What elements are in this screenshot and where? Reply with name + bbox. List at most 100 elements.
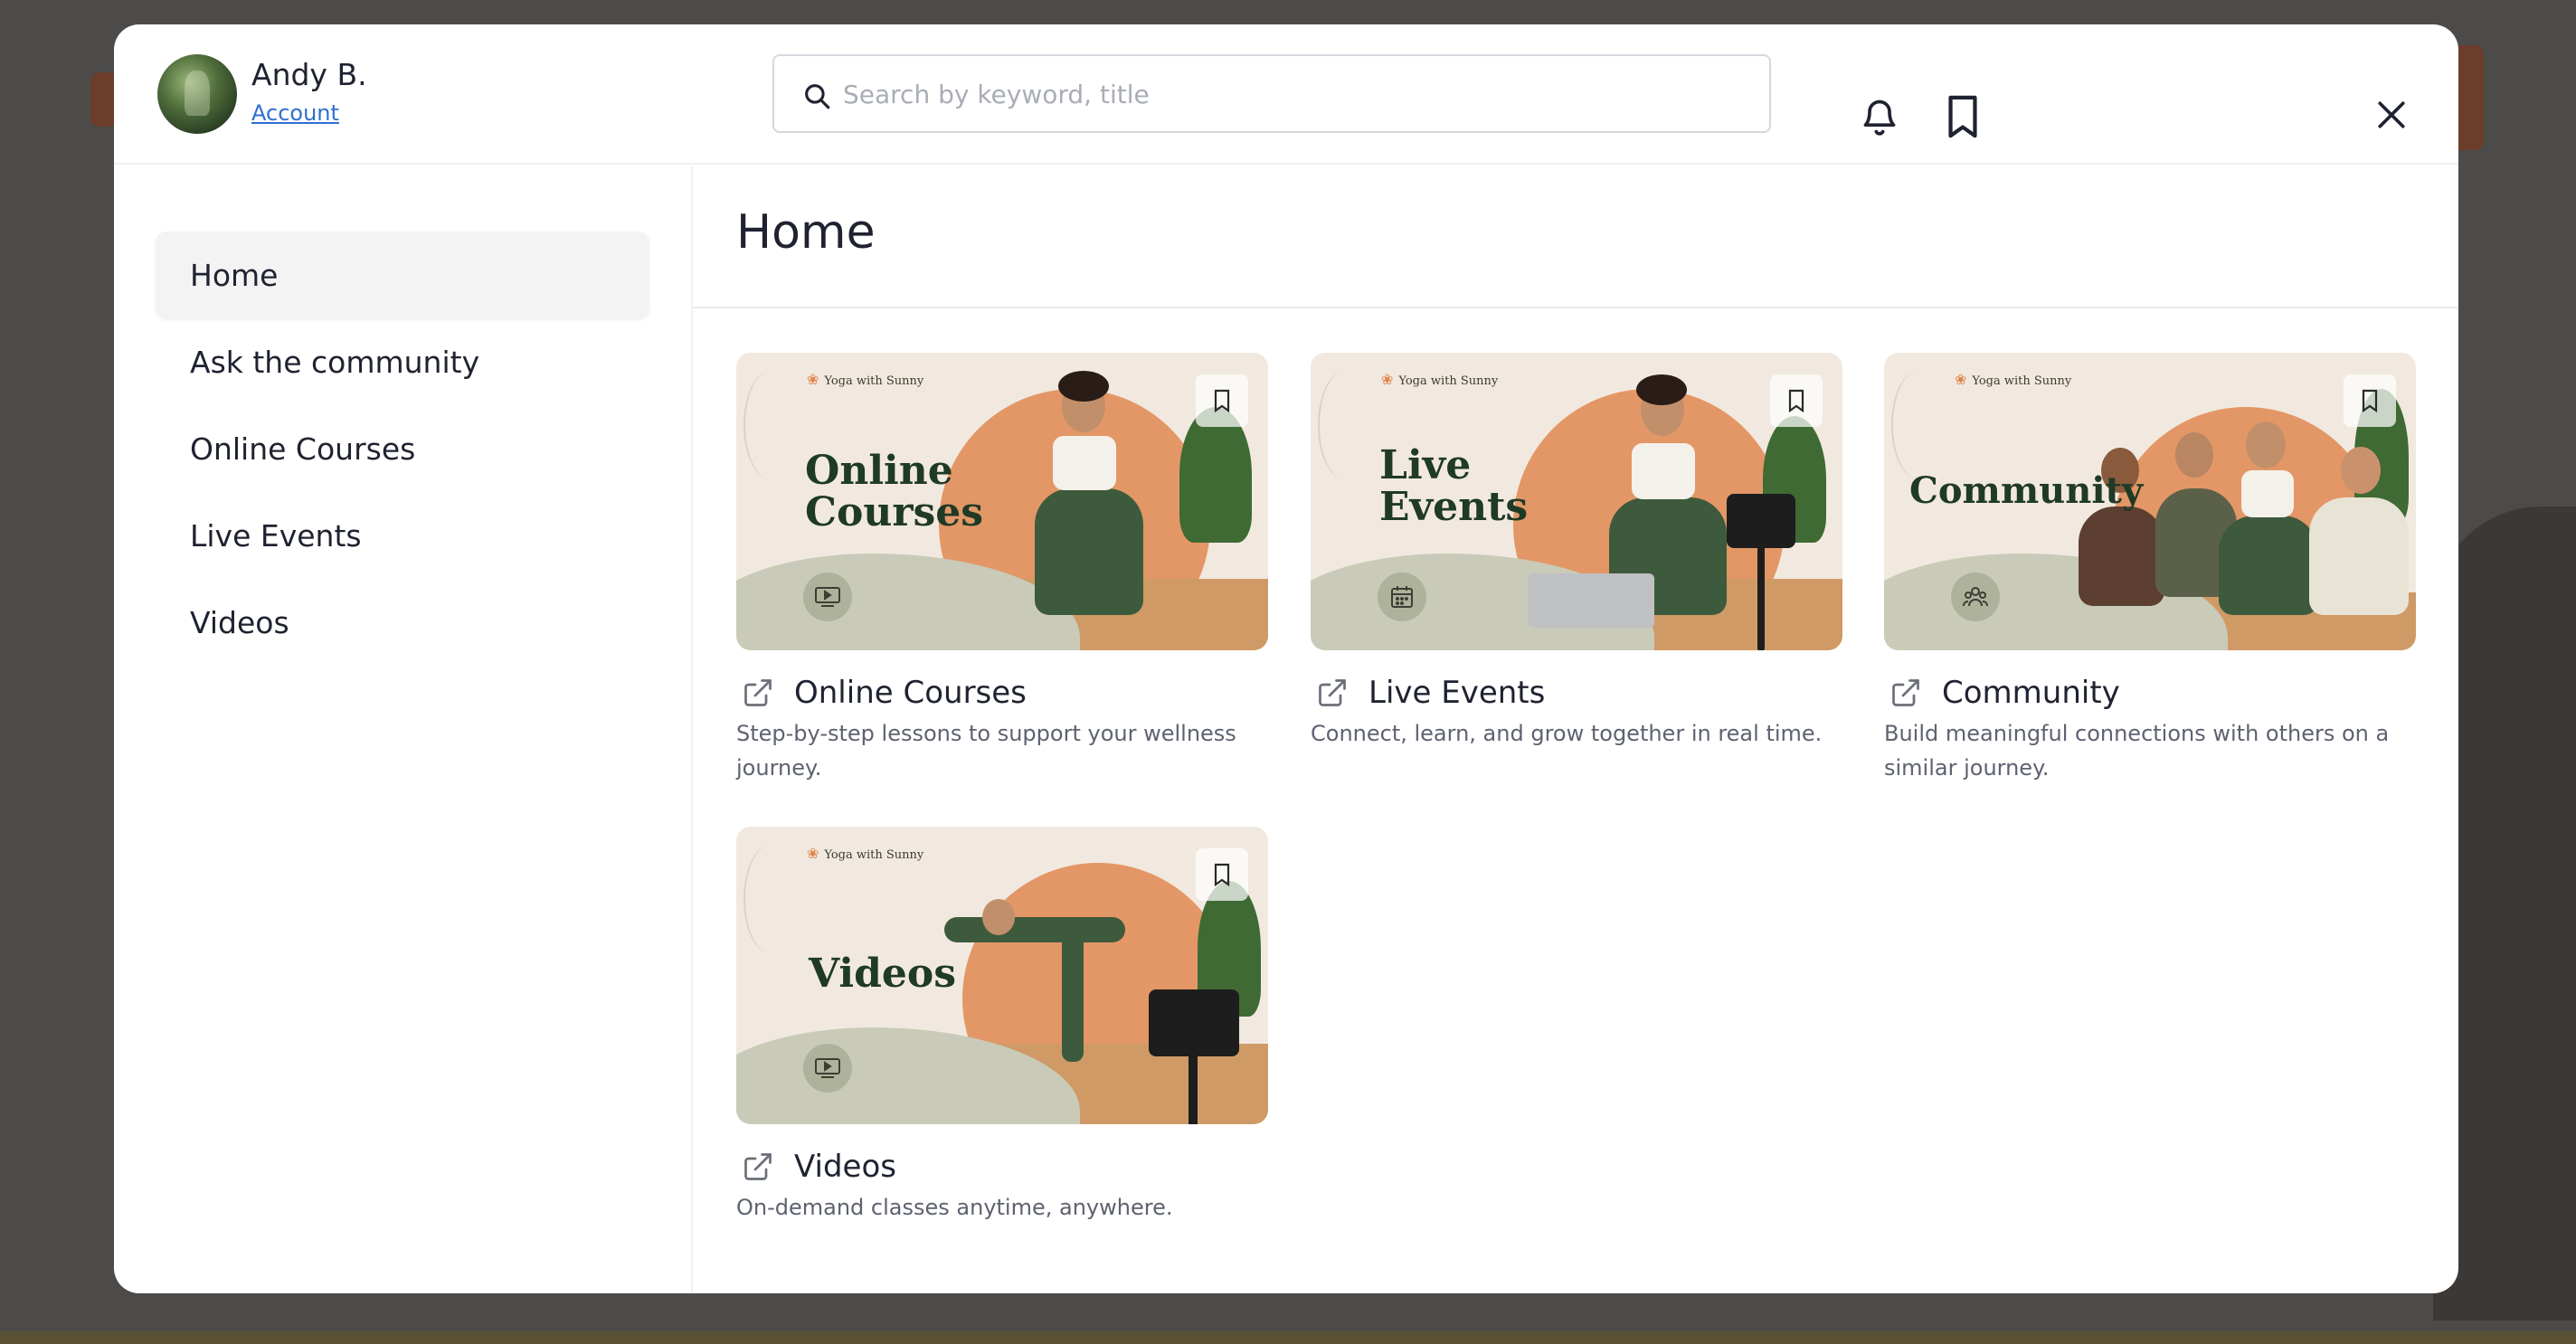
plant-illustration (1179, 407, 1252, 543)
lotus-icon: ❀ (1381, 371, 1394, 388)
people-icon (1951, 573, 2000, 621)
avatar[interactable] (157, 54, 237, 134)
close-button[interactable] (2368, 90, 2415, 140)
card-description: Step-by-step lessons to support your wel… (736, 721, 1236, 781)
thumbnail-brand: ❀ Yoga with Sunny (1381, 371, 1498, 388)
external-link-icon[interactable] (742, 677, 774, 709)
card-thumbnail[interactable]: ❀ Yoga with Sunny Live Events (1311, 353, 1842, 650)
tripod-illustration (1757, 546, 1765, 650)
title-divider (693, 307, 2458, 308)
person-illustration (944, 917, 1125, 942)
lotus-icon: ❀ (807, 845, 819, 862)
card-description: Build meaningful connections with others… (1884, 721, 2390, 781)
person-top (2241, 470, 2294, 517)
card-title[interactable]: Online Courses (794, 675, 1027, 711)
card-thumbnail[interactable]: ❀ Yoga with Sunny Community (1884, 353, 2416, 650)
background-footer-strip (0, 1331, 2576, 1344)
save-card-button[interactable] (1196, 374, 1248, 427)
person-top (1053, 436, 1116, 490)
lotus-icon: ❀ (1955, 371, 1967, 388)
person-head (2341, 447, 2381, 494)
card-title[interactable]: Live Events (1368, 675, 1545, 711)
user-name: Andy B. (251, 57, 367, 92)
calendar-icon (1378, 573, 1426, 621)
card-live-events: ❀ Yoga with Sunny Live Events Live Events… (1311, 353, 1842, 746)
card-title[interactable]: Videos (794, 1149, 896, 1185)
lotus-icon: ❀ (807, 371, 819, 388)
notifications-button[interactable] (1856, 91, 1903, 142)
card-title-row: Videos (736, 1147, 1268, 1187)
thumbnail-brand: ❀ Yoga with Sunny (1955, 371, 2071, 388)
thumbnail-label: Videos (809, 951, 956, 997)
person-illustration (1035, 488, 1143, 615)
person-top (1632, 443, 1695, 499)
bookmark-icon (1214, 863, 1230, 886)
thumbnail-label: Live Events (1379, 442, 1529, 530)
save-card-button[interactable] (2344, 374, 2396, 427)
person-head (982, 899, 1015, 935)
thumbnail-brand-text: Yoga with Sunny (1398, 374, 1499, 388)
person-illustration (2309, 497, 2409, 615)
thumbnail-brand-text: Yoga with Sunny (1972, 374, 2072, 388)
camera-illustration (1149, 989, 1239, 1056)
account-link[interactable]: Account (251, 100, 339, 126)
sidebar-item-online-courses[interactable]: Online Courses (156, 405, 649, 492)
card-online-courses: ❀ Yoga with Sunny Online Courses Online C… (736, 353, 1268, 781)
search-input[interactable] (843, 65, 1747, 123)
close-icon (2378, 101, 2405, 128)
sidebar-item-home[interactable]: Home (156, 232, 649, 318)
person-head (2175, 432, 2213, 478)
search-icon (805, 84, 830, 109)
bookmark-icon (1214, 389, 1230, 412)
save-card-button[interactable] (1196, 848, 1248, 901)
thumbnail-brand-text: Yoga with Sunny (824, 848, 924, 862)
leaf-illustration (743, 845, 798, 953)
external-link-icon[interactable] (742, 1150, 774, 1183)
leaf-illustration (743, 371, 798, 479)
search-box[interactable] (772, 54, 1771, 133)
sidebar-item-live-events[interactable]: Live Events (156, 492, 649, 579)
thumbnail-label: Online Courses (805, 448, 984, 535)
tripod-illustration (1189, 1053, 1198, 1124)
card-community: ❀ Yoga with Sunny Community Community Bui… (1884, 353, 2416, 781)
page-title: Home (736, 205, 876, 260)
thumbnail-label: Community (1909, 469, 2144, 512)
bookmark-icon (1788, 389, 1804, 412)
leaf-illustration (1318, 371, 1372, 479)
bookmark-icon (2362, 389, 2378, 412)
thumbnail-brand: ❀ Yoga with Sunny (807, 845, 923, 862)
external-link-icon[interactable] (1316, 677, 1349, 709)
save-card-button[interactable] (1770, 374, 1823, 427)
person-hair (1636, 374, 1687, 405)
card-description: On-demand classes anytime, anywhere. (736, 1195, 1173, 1220)
card-videos: ❀ Yoga with Sunny Videos Videos On-demand… (736, 827, 1268, 1220)
modal-header: Andy B. Account (114, 24, 2458, 165)
bookmark-icon (1948, 95, 1977, 138)
sidebar-item-ask-the-community[interactable]: Ask the community (156, 318, 649, 405)
video-play-icon (803, 1044, 852, 1093)
person-illustration (2219, 516, 2318, 615)
thumbnail-brand: ❀ Yoga with Sunny (807, 371, 923, 388)
navigation-modal: Andy B. Account Home Ask the communit (114, 24, 2458, 1293)
camera-illustration (1727, 494, 1795, 548)
person-head (2246, 421, 2286, 469)
video-play-icon (803, 573, 852, 621)
sidebar: Home Ask the community Online Courses Li… (114, 166, 693, 1293)
card-title-row: Online Courses (736, 673, 1268, 713)
card-thumbnail[interactable]: ❀ Yoga with Sunny Online Courses (736, 353, 1268, 650)
external-link-icon[interactable] (1889, 677, 1922, 709)
leaf-illustration (1891, 371, 1946, 479)
saved-items-button[interactable] (1939, 91, 1986, 142)
laptop-illustration (1528, 573, 1654, 628)
bell-icon (1863, 99, 1896, 136)
card-title[interactable]: Community (1942, 675, 2120, 711)
sidebar-item-videos[interactable]: Videos (156, 579, 649, 666)
thumbnail-brand-text: Yoga with Sunny (824, 374, 924, 388)
person-illustration (1062, 926, 1084, 1062)
person-illustration (2079, 506, 2164, 606)
card-title-row: Community (1884, 673, 2416, 713)
card-title-row: Live Events (1311, 673, 1842, 713)
card-description: Connect, learn, and grow together in rea… (1311, 721, 1823, 746)
person-hair (1058, 371, 1109, 402)
card-thumbnail[interactable]: ❀ Yoga with Sunny Videos (736, 827, 1268, 1124)
